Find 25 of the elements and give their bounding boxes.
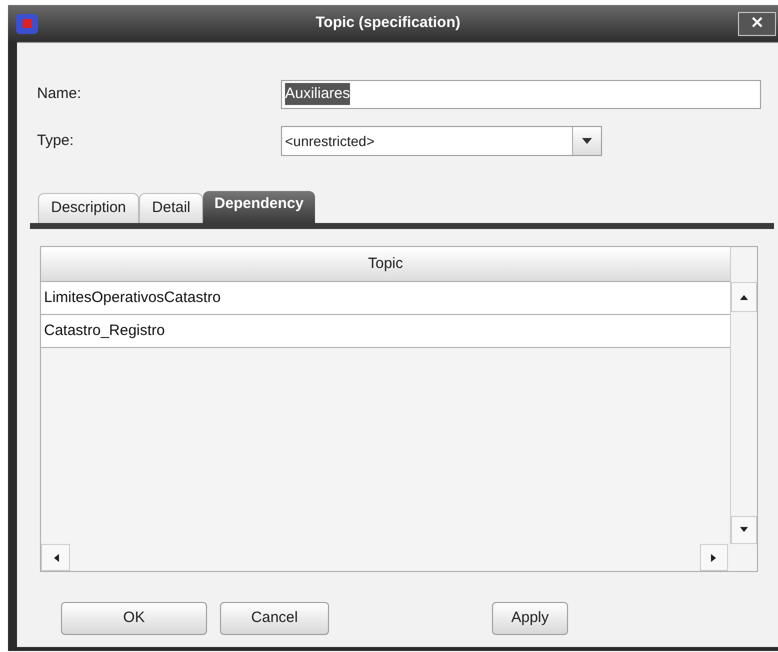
- up-arrow-icon: [739, 294, 749, 300]
- scroll-down-button[interactable]: [731, 516, 757, 544]
- scroll-up-button[interactable]: [731, 282, 757, 312]
- tab[interactable]: Dependency: [203, 191, 315, 223]
- app-icon: [16, 14, 38, 34]
- table-cell[interactable]: Catastro_Registro: [41, 315, 730, 348]
- left-arrow-icon: [52, 552, 58, 562]
- scroll-right-button[interactable]: [700, 544, 728, 571]
- dialog-button[interactable]: Cancel: [220, 602, 329, 635]
- tab[interactable]: Detail: [139, 193, 204, 223]
- dropdown-arrow-icon: [582, 138, 592, 144]
- dialog-button[interactable]: OK: [61, 602, 207, 635]
- table-cell[interactable]: LimitesOperativosCatastro: [41, 282, 730, 315]
- field-label: Name:: [37, 84, 82, 104]
- down-arrow-icon: [739, 527, 749, 533]
- close-button[interactable]: ✕: [738, 12, 776, 36]
- scroll-left-button[interactable]: [41, 544, 70, 571]
- right-arrow-icon: [711, 552, 717, 562]
- tab[interactable]: Description: [38, 193, 140, 223]
- type-dropdown[interactable]: <unrestricted>: [281, 126, 602, 156]
- field-label: Type:: [37, 130, 75, 151]
- dialog-button[interactable]: Apply: [492, 602, 568, 635]
- name-field[interactable]: Auxiliares: [281, 80, 761, 108]
- window-title: Topic (specification): [314, 13, 462, 34]
- column-header[interactable]: Topic: [41, 247, 730, 282]
